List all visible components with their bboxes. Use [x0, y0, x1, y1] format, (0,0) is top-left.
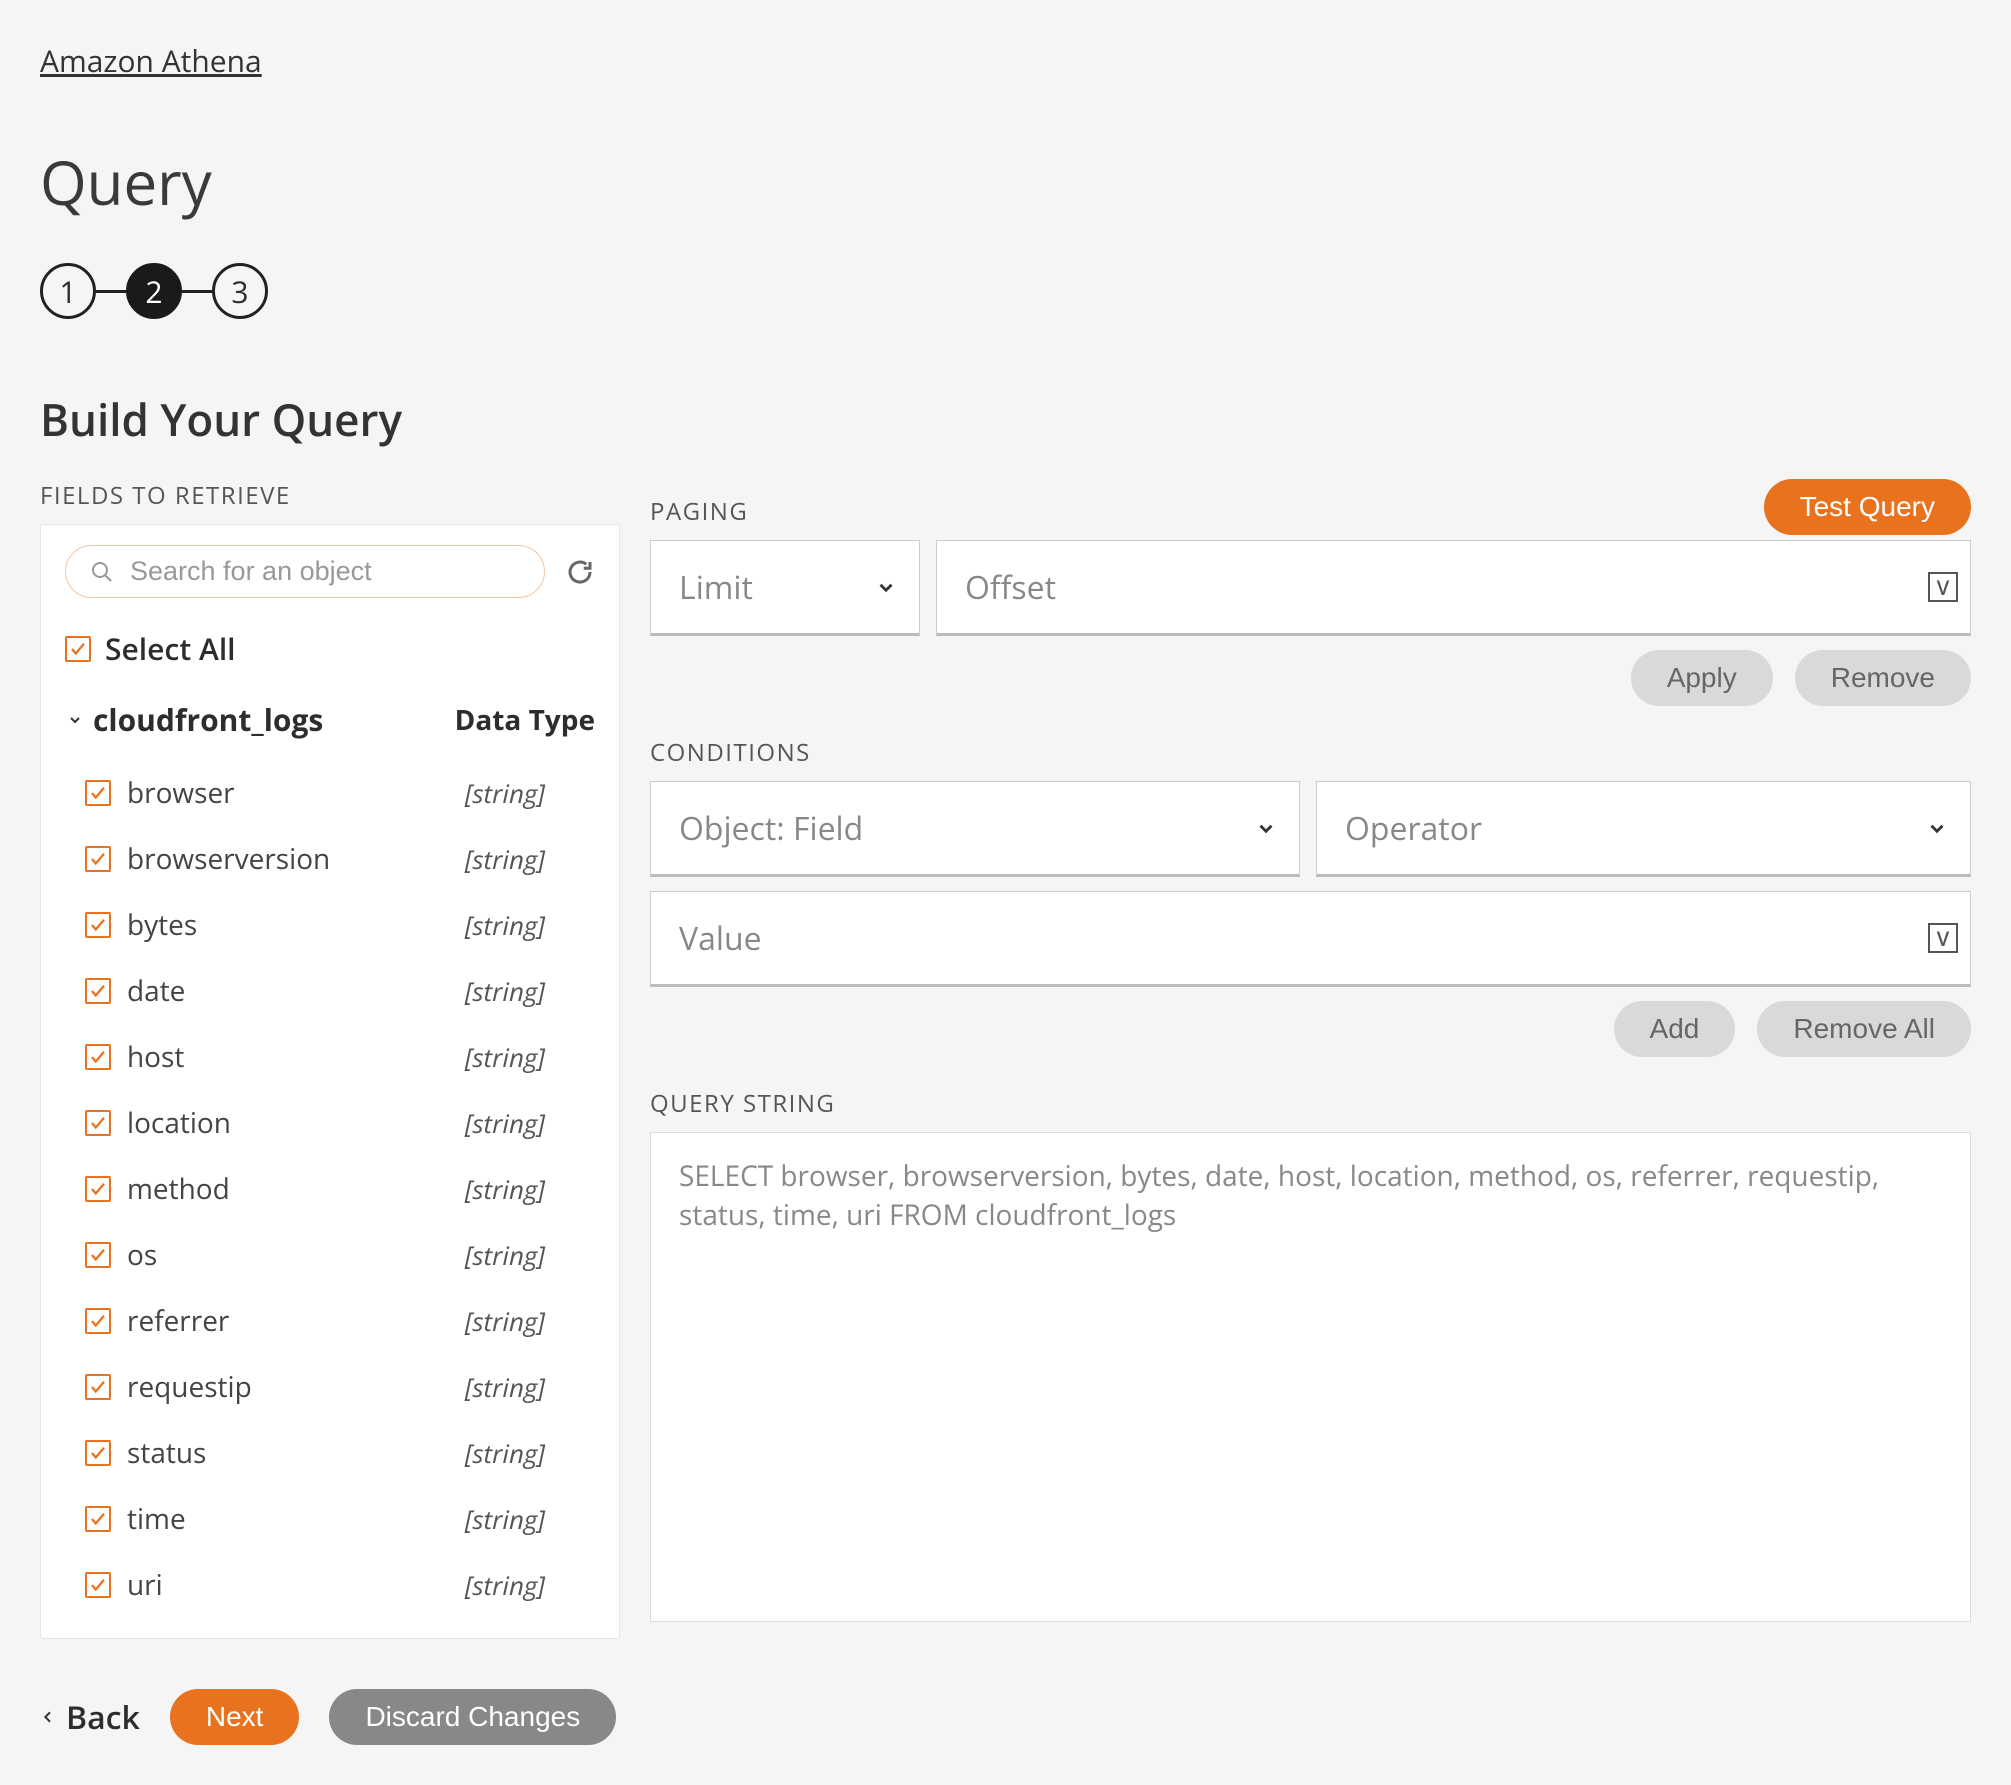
field-row: method[string] [65, 1156, 595, 1222]
field-type: [string] [465, 841, 595, 877]
field-name: time [127, 1500, 465, 1538]
field-row: referrer[string] [65, 1288, 595, 1354]
object-field-select[interactable]: Object: Field [650, 781, 1300, 877]
add-button[interactable]: Add [1614, 1001, 1736, 1057]
search-input[interactable] [130, 556, 520, 587]
conditions-label: CONDITIONS [650, 736, 1971, 769]
offset-input[interactable]: Offset V [936, 540, 1971, 636]
query-string-box[interactable]: SELECT browser, browserversion, bytes, d… [650, 1132, 1971, 1622]
field-checkbox[interactable] [85, 1374, 111, 1400]
operator-placeholder: Operator [1345, 807, 1482, 850]
field-type: [string] [465, 1501, 595, 1537]
field-checkbox[interactable] [85, 1440, 111, 1466]
data-type-header: Data Type [455, 701, 595, 739]
field-name: method [127, 1170, 465, 1208]
next-button[interactable]: Next [170, 1689, 300, 1745]
test-query-button[interactable]: Test Query [1764, 479, 1971, 535]
field-checkbox[interactable] [85, 846, 111, 872]
field-checkbox[interactable] [85, 1110, 111, 1136]
fields-label: FIELDS TO RETRIEVE [40, 479, 620, 512]
field-name: location [127, 1104, 465, 1142]
chevron-down-icon [875, 566, 897, 609]
chevron-down-icon [1926, 807, 1948, 850]
field-type: [string] [465, 775, 595, 811]
limit-placeholder: Limit [679, 566, 753, 609]
fields-panel: Select All cloudfront_logs Data Type bro… [40, 524, 620, 1639]
field-name: status [127, 1434, 465, 1472]
field-row: browserversion[string] [65, 826, 595, 892]
field-row: os[string] [65, 1222, 595, 1288]
field-name: browserversion [127, 840, 465, 878]
field-type: [string] [465, 1369, 595, 1405]
offset-placeholder: Offset [965, 566, 1056, 609]
chevron-left-icon [40, 1705, 56, 1729]
field-name: referrer [127, 1302, 465, 1340]
step-1[interactable]: 1 [40, 263, 96, 319]
field-name: host [127, 1038, 465, 1076]
field-type: [string] [465, 973, 595, 1009]
step-2[interactable]: 2 [126, 263, 182, 319]
field-row: status[string] [65, 1420, 595, 1486]
limit-select[interactable]: Limit [650, 540, 920, 636]
section-title: Build Your Query [40, 389, 1971, 449]
discard-changes-button[interactable]: Discard Changes [329, 1689, 616, 1745]
field-row: date[string] [65, 958, 595, 1024]
field-type: [string] [465, 1105, 595, 1141]
field-checkbox[interactable] [85, 1176, 111, 1202]
field-name: uri [127, 1566, 465, 1604]
field-type: [string] [465, 907, 595, 943]
field-row: browser[string] [65, 760, 595, 826]
search-box[interactable] [65, 545, 545, 598]
stepper: 1 2 3 [40, 263, 1971, 319]
remove-all-button[interactable]: Remove All [1757, 1001, 1971, 1057]
field-checkbox[interactable] [85, 1308, 111, 1334]
field-checkbox[interactable] [85, 1572, 111, 1598]
field-type: [string] [465, 1039, 595, 1075]
field-checkbox[interactable] [85, 1044, 111, 1070]
variable-token-icon[interactable]: V [1928, 923, 1958, 953]
field-checkbox[interactable] [85, 1242, 111, 1268]
chevron-down-icon[interactable] [65, 712, 85, 728]
operator-select[interactable]: Operator [1316, 781, 1971, 877]
field-name: requestip [127, 1368, 465, 1406]
breadcrumb[interactable]: Amazon Athena [40, 40, 262, 81]
field-row: time[string] [65, 1486, 595, 1552]
field-row: requestip[string] [65, 1354, 595, 1420]
field-row: uri[string] [65, 1552, 595, 1618]
page-title: Query [40, 141, 1971, 223]
value-placeholder: Value [679, 917, 762, 960]
object-field-placeholder: Object: Field [679, 807, 863, 850]
field-name: os [127, 1236, 465, 1274]
field-type: [string] [465, 1303, 595, 1339]
field-name: browser [127, 774, 465, 812]
variable-token-icon[interactable]: V [1928, 572, 1958, 602]
field-type: [string] [465, 1237, 595, 1273]
apply-button[interactable]: Apply [1631, 650, 1773, 706]
select-all-checkbox[interactable] [65, 636, 91, 662]
field-type: [string] [465, 1567, 595, 1603]
table-name[interactable]: cloudfront_logs [93, 699, 455, 740]
step-3[interactable]: 3 [212, 263, 268, 319]
field-type: [string] [465, 1435, 595, 1471]
refresh-icon[interactable] [565, 557, 595, 587]
query-string-label: QUERY STRING [650, 1087, 1971, 1120]
field-checkbox[interactable] [85, 1506, 111, 1532]
field-row: bytes[string] [65, 892, 595, 958]
remove-button[interactable]: Remove [1795, 650, 1971, 706]
field-checkbox[interactable] [85, 780, 111, 806]
field-name: date [127, 972, 465, 1010]
search-icon [90, 560, 114, 584]
value-input[interactable]: Value V [650, 891, 1971, 987]
select-all-label: Select All [105, 628, 236, 669]
field-checkbox[interactable] [85, 978, 111, 1004]
field-name: bytes [127, 906, 465, 944]
field-type: [string] [465, 1171, 595, 1207]
field-checkbox[interactable] [85, 912, 111, 938]
field-row: host[string] [65, 1024, 595, 1090]
field-row: location[string] [65, 1090, 595, 1156]
back-button[interactable]: Back [40, 1696, 140, 1739]
chevron-down-icon [1255, 807, 1277, 850]
